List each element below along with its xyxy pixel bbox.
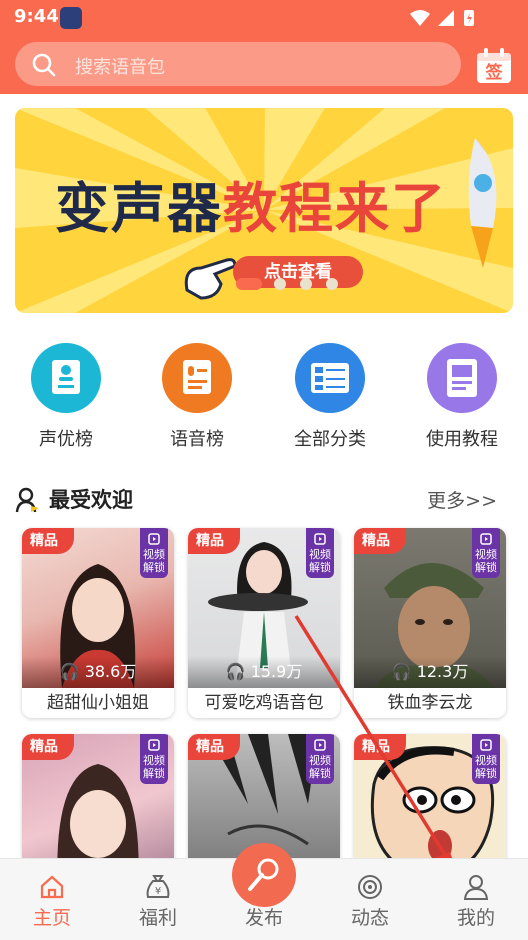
premium-badge: 精品: [22, 528, 74, 554]
category-label: 使用教程: [426, 429, 498, 450]
money-bag-icon: ¥: [146, 875, 170, 898]
video-unlock-tag: 视频解锁: [140, 528, 168, 578]
premium-badge: 精品: [188, 528, 240, 554]
category-label: 声优榜: [39, 429, 93, 450]
pagination-dot: [300, 278, 312, 290]
video-lock-icon: [148, 533, 160, 545]
pagination-dot: [274, 278, 286, 290]
tab-dynamics[interactable]: 动态: [330, 873, 410, 930]
tab-publish[interactable]: 发布: [224, 903, 304, 930]
video-unlock-tag: 视频解锁: [306, 734, 334, 784]
voice-list-icon: [162, 343, 232, 413]
video-unlock-tag: 视频解锁: [306, 528, 334, 578]
popular-user-icon: [15, 487, 39, 513]
search-bar[interactable]: 搜索语音包: [15, 42, 461, 86]
headphones-icon: 🎧: [391, 662, 412, 681]
tab-label: 福利: [138, 907, 177, 929]
sign-in-calendar-icon[interactable]: 签: [474, 46, 514, 86]
category-label: 全部分类: [294, 429, 366, 450]
premium-badge: 精品: [22, 734, 74, 760]
voice-pack-name: 铁血李云龙: [387, 693, 473, 713]
status-bar: 9:44: [0, 0, 528, 36]
tab-home[interactable]: 主页: [12, 873, 92, 930]
category-tutorial[interactable]: 使用教程: [402, 340, 522, 451]
status-time: 9:44: [14, 6, 59, 27]
voice-pack-card[interactable]: 精品 视频解锁 🎧 38.6万 超甜仙小姐姐: [22, 528, 174, 718]
search-icon: [32, 53, 56, 77]
video-lock-icon: [480, 533, 492, 545]
person-icon: [463, 875, 489, 900]
tab-label: 主页: [32, 907, 71, 929]
voice-pack-name: 可爱吃鸡语音包: [204, 693, 324, 713]
category-list-icon: [295, 343, 365, 413]
video-lock-icon: [314, 739, 326, 751]
search-placeholder: 搜索语音包: [75, 57, 165, 78]
status-icons: [408, 8, 488, 32]
book-icon: [427, 343, 497, 413]
video-unlock-tag: 视频解锁: [140, 734, 168, 784]
play-count: 🎧 15.9万: [188, 656, 340, 688]
tab-label: 发布: [244, 907, 283, 929]
category-row: 声优榜 语音榜 全部分类 使用教程: [0, 340, 528, 450]
voice-pack-name: 超甜仙小姐姐: [47, 693, 149, 713]
premium-badge: 精品: [188, 734, 240, 760]
video-lock-icon: [314, 533, 326, 545]
publish-button[interactable]: [232, 843, 296, 907]
category-voice-rank[interactable]: 语音榜: [137, 340, 257, 451]
voice-pack-card[interactable]: 精品 视频解锁 🎧 12.3万 铁血李云龙: [354, 528, 506, 718]
tab-label: 我的: [456, 907, 495, 929]
section-title: 最受欢迎: [49, 488, 133, 512]
popular-section-header: 最受欢迎 更多>>: [15, 484, 515, 516]
category-voice-actor-rank[interactable]: 声优榜: [6, 340, 126, 451]
video-lock-icon: [480, 739, 492, 751]
banner-title: 变声器教程来了: [55, 177, 447, 240]
premium-badge: 精品: [354, 528, 406, 554]
video-unlock-tag: 视频解锁: [472, 734, 500, 784]
microphone-icon: [248, 858, 279, 891]
broadcast-icon: [358, 875, 382, 899]
headphones-icon: 🎧: [225, 662, 246, 681]
video-unlock-tag: 视频解锁: [472, 528, 500, 578]
top-header: 9:44 搜索语音包 签: [0, 0, 528, 94]
promo-banner[interactable]: 变声器教程来了 点击查看: [15, 108, 513, 313]
tab-label: 动态: [350, 907, 389, 929]
tab-mine[interactable]: 我的: [436, 873, 516, 930]
category-label: 语音榜: [170, 429, 224, 450]
more-link[interactable]: 更多>>: [427, 486, 497, 513]
video-lock-icon: [148, 739, 160, 751]
play-count: 🎧 12.3万: [354, 656, 506, 688]
app-notification-icon: [60, 7, 82, 29]
play-count: 🎧 38.6万: [22, 656, 174, 688]
voice-pack-card[interactable]: 精品 视频解锁 🎧 15.9万 可爱吃鸡语音包: [188, 528, 340, 718]
pagination-dot-active: [236, 278, 262, 290]
home-icon: [40, 875, 64, 899]
pagination-dot: [326, 278, 338, 290]
premium-badge: 精品: [354, 734, 406, 760]
svg-text:¥: ¥: [155, 886, 161, 897]
tab-welfare[interactable]: ¥ 福利: [118, 873, 198, 930]
pointing-hand-icon: [184, 258, 237, 300]
headphones-icon: 🎧: [59, 662, 80, 681]
category-all[interactable]: 全部分类: [270, 340, 390, 451]
voice-actor-icon: [31, 343, 101, 413]
sign-in-label: 签: [485, 62, 504, 83]
wifi-signal-battery-icon: [410, 10, 474, 26]
